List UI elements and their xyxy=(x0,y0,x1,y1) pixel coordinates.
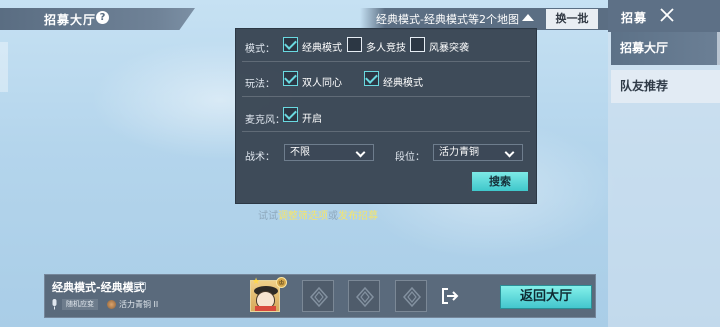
play-classic-checkbox[interactable] xyxy=(364,71,379,86)
tactic-value: 不限 xyxy=(290,147,310,158)
play-duo-label: 双人同心 xyxy=(302,78,342,89)
star-icon: ★ xyxy=(252,277,261,287)
empty-slot[interactable] xyxy=(395,280,427,312)
swap-button[interactable]: 换一批 xyxy=(546,9,598,29)
filter-summary[interactable]: 经典模式-经典模式等2个地图 xyxy=(376,11,519,27)
rank-label: 段位： xyxy=(395,152,425,163)
hint-middle: 或 xyxy=(328,211,338,222)
mode-classic-label: 经典模式 xyxy=(302,43,342,54)
chevron-up-icon[interactable] xyxy=(522,14,534,21)
play-duo-checkbox[interactable] xyxy=(283,71,298,86)
mic-label: 麦克风： xyxy=(245,115,285,126)
chevron-down-icon xyxy=(504,147,515,158)
left-edge-tab xyxy=(0,42,8,92)
right-panel-title: 招募 xyxy=(621,11,648,25)
divider xyxy=(242,131,530,132)
divider xyxy=(242,61,530,62)
tab-recruit-hall[interactable]: 招募大厅 xyxy=(611,32,720,65)
slot-emblem-icon xyxy=(403,287,421,307)
return-lobby-button[interactable]: 返回大厅 xyxy=(500,285,592,309)
exit-team-icon[interactable] xyxy=(441,287,459,305)
post-recruit-link[interactable]: 发布招募 xyxy=(338,211,378,222)
mode-classic-checkbox[interactable] xyxy=(283,37,298,52)
chat-icon[interactable] xyxy=(134,282,146,290)
mic-on-label: 开启 xyxy=(302,114,322,125)
captain-badge-icon: ♔ xyxy=(276,277,287,288)
close-icon[interactable] xyxy=(659,7,675,23)
tab-teammate-recommend[interactable]: 队友推荐 xyxy=(611,70,720,103)
empty-hint: 试试调整筛选项或发布招募 xyxy=(258,207,378,222)
play-classic-label: 经典模式 xyxy=(383,78,423,89)
adjust-filter-link[interactable]: 调整筛选项 xyxy=(278,211,328,222)
page-title: 招募大厅 xyxy=(44,13,97,27)
divider xyxy=(242,96,530,97)
mode-label: 模式： xyxy=(245,44,275,55)
tactic-select[interactable]: 不限 xyxy=(284,144,374,161)
mode-storm-label: 风暴突袭 xyxy=(429,43,469,54)
mic-icon xyxy=(52,299,57,310)
chevron-down-icon xyxy=(355,147,366,158)
play-label: 玩法： xyxy=(245,79,275,90)
search-button[interactable]: 搜索 xyxy=(472,172,528,191)
rank-value: 活力青铜 xyxy=(439,147,479,158)
rank-select[interactable]: 活力青铜 xyxy=(433,144,523,161)
rank-icon xyxy=(107,300,116,309)
empty-slot[interactable] xyxy=(348,280,380,312)
mode-multiplayer-label: 多人竞技 xyxy=(366,43,406,54)
team-mode: 经典模式-经典模式 xyxy=(52,281,145,294)
tactic-label: 战术： xyxy=(245,152,275,163)
avatar-shirt xyxy=(255,306,276,311)
mic-on-checkbox[interactable] xyxy=(283,107,298,122)
empty-slot[interactable] xyxy=(302,280,334,312)
mic-badge: 随机应变 xyxy=(62,299,98,310)
slot-emblem-icon xyxy=(310,287,328,307)
mode-storm-checkbox[interactable] xyxy=(410,37,425,52)
mode-multiplayer-checkbox[interactable] xyxy=(347,37,362,52)
question-icon[interactable]: ? xyxy=(96,11,109,24)
rank-text: 活力青铜 II xyxy=(119,300,159,309)
hint-prefix: 试试 xyxy=(258,211,278,222)
slot-emblem-icon xyxy=(356,287,374,307)
